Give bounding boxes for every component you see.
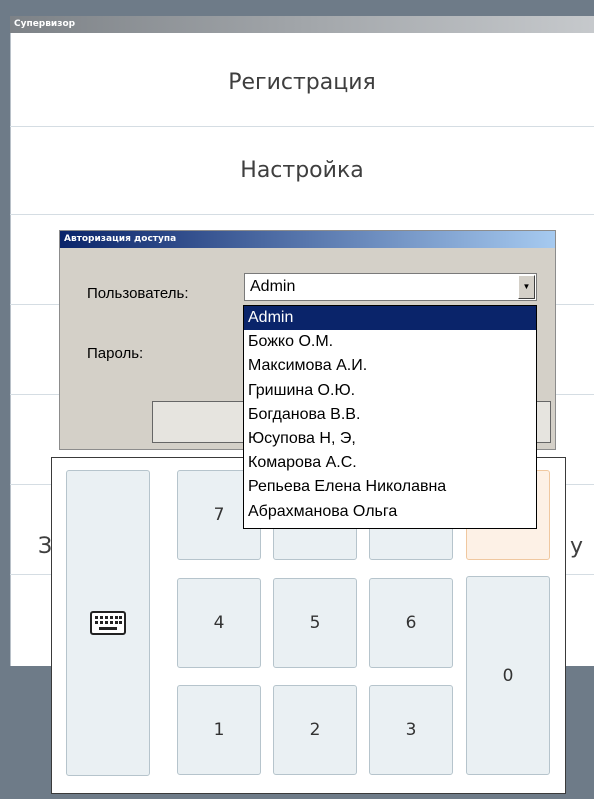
key-3[interactable]: 3 (369, 685, 453, 775)
key-label: 6 (405, 613, 417, 633)
user-dropdown-list: Admin Божко О.М. Максимова А.И. Гришина О.Ю… (243, 305, 537, 529)
key-5[interactable]: 5 (273, 578, 357, 668)
user-label: Пользователь: (87, 285, 189, 302)
key-label: 5 (309, 613, 321, 633)
menu-item-label: Настройка (240, 158, 364, 183)
menu-item-label: Регистрация (228, 70, 376, 95)
keyboard-toggle-button[interactable] (66, 470, 150, 776)
key-4[interactable]: 4 (177, 578, 261, 668)
partial-row-label-right: у (570, 534, 584, 559)
key-1[interactable]: 1 (177, 685, 261, 775)
keyboard-icon (90, 611, 126, 635)
key-0[interactable]: 0 (466, 576, 550, 775)
dropdown-option[interactable]: Абрахманова Ольга (244, 500, 536, 524)
user-select-value: Admin (250, 278, 296, 295)
dropdown-option[interactable]: Божко О.М. (244, 330, 536, 354)
dropdown-arrow-icon[interactable]: ▼ (518, 275, 535, 299)
key-label: 1 (213, 720, 225, 740)
menu-item-settings[interactable]: Настройка (10, 127, 594, 215)
window-title: Супервизор (10, 16, 594, 33)
password-label: Пароль: (87, 345, 144, 362)
key-label: 0 (502, 665, 514, 686)
partial-row-label-left: З (38, 534, 53, 559)
key-label: 7 (213, 505, 225, 525)
key-label: 3 (405, 720, 417, 740)
dropdown-option[interactable]: Комарова А.С. (244, 451, 536, 475)
key-6[interactable]: 6 (369, 578, 453, 668)
menu-item-registration[interactable]: Регистрация (10, 39, 594, 127)
key-label: 2 (309, 720, 321, 740)
dropdown-option[interactable]: Юсупова Н, Э, (244, 427, 536, 451)
key-2[interactable]: 2 (273, 685, 357, 775)
dialog-title: Авторизация доступа (60, 231, 555, 248)
user-select[interactable]: Admin ▼ (244, 273, 537, 301)
key-label: 4 (213, 613, 225, 633)
dropdown-option[interactable]: Максимова А.И. (244, 354, 536, 378)
dropdown-option[interactable]: Гришина О.Ю. (244, 379, 536, 403)
dropdown-option[interactable]: Admin (244, 306, 536, 331)
dropdown-option[interactable]: Репьева Елена Николавна (244, 475, 536, 499)
dropdown-option[interactable]: Богданова В.В. (244, 403, 536, 427)
